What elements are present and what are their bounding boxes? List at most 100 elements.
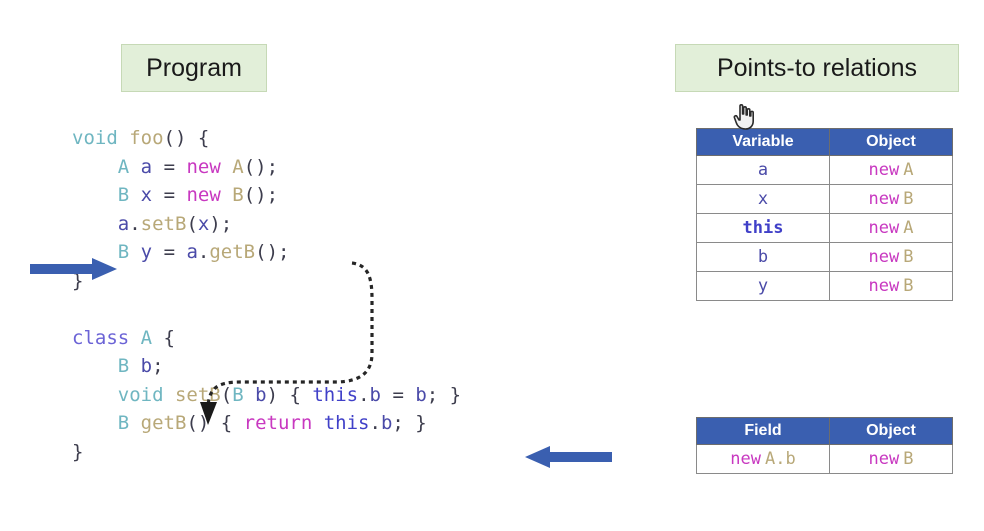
column-header-object: Object: [829, 417, 953, 445]
current-statement-arrow-icon: [30, 258, 118, 285]
points-to-fields-table: Field Object new A.b new B: [696, 417, 953, 474]
code-token: x: [140, 184, 153, 206]
code-token: this: [312, 383, 359, 406]
code-token: b: [415, 383, 427, 406]
code-token: ;: [152, 355, 164, 377]
points-to-section-heading: Points-to relations: [675, 44, 959, 92]
object-type-name: B: [903, 189, 914, 209]
program-section-heading: Program: [121, 44, 267, 92]
code-token: (: [186, 212, 198, 235]
code-token: B: [232, 184, 244, 206]
cell-object: new A: [829, 155, 953, 185]
object-type-name: B: [903, 276, 914, 296]
code-token: .: [358, 383, 370, 406]
code-token: ();: [255, 241, 290, 263]
points-to-heading-label: Points-to relations: [716, 53, 918, 82]
code-token: setB: [140, 212, 187, 235]
code-line-call-getb: B y = a.getB();: [72, 238, 461, 267]
code-token: B: [117, 184, 130, 206]
table-header-row: Variable Object: [696, 128, 953, 156]
field-new-keyword: new: [730, 449, 761, 469]
code-token: A: [232, 155, 244, 178]
object-type-name: A: [903, 218, 914, 238]
table-row: new A.b new B: [696, 444, 953, 474]
code-token: new: [186, 155, 221, 178]
object-new-keyword: new: [868, 247, 900, 267]
hand-pointer-cursor-icon: [731, 103, 757, 131]
object-type-name: B: [903, 247, 914, 267]
code-token: foo: [129, 127, 164, 149]
object-new-keyword: new: [868, 218, 900, 238]
code-token: class: [72, 326, 130, 349]
code-token: =: [152, 155, 187, 178]
code-token: void: [72, 127, 118, 149]
cell-object: new B: [829, 271, 953, 301]
code-line-method-getb: B getB() { return this.b; }: [72, 409, 461, 438]
return-statement-arrow-icon: [524, 446, 612, 473]
program-heading-label: Program: [146, 53, 242, 82]
code-token: void: [117, 383, 164, 406]
object-new-keyword: new: [868, 160, 900, 180]
variable-name: x: [757, 189, 769, 209]
table-row: this new A: [696, 213, 953, 243]
table-header-row: Field Object: [696, 417, 953, 445]
table-row: y new B: [696, 271, 953, 301]
object-type-name: A: [903, 160, 914, 180]
cell-field: new A.b: [696, 444, 830, 474]
variable-name: a: [757, 160, 769, 180]
code-token: B: [117, 412, 130, 434]
code-line-blank-1: [72, 295, 461, 324]
cell-variable: b: [696, 242, 830, 272]
cell-variable: a: [696, 155, 830, 185]
code-token: b: [140, 355, 153, 377]
program-code-listing: void foo() { A a = new A(); B x = new B(…: [72, 124, 461, 466]
code-token: A: [140, 326, 153, 349]
code-token: .: [129, 212, 141, 235]
code-token: .: [369, 412, 381, 434]
code-token: );: [209, 212, 233, 235]
cell-object: new B: [829, 444, 953, 474]
code-token: a: [186, 241, 198, 263]
column-header-object: Object: [829, 128, 953, 156]
code-token: (: [220, 383, 233, 406]
code-token: a: [140, 155, 153, 178]
object-type-name: B: [903, 449, 914, 469]
code-token: ) {: [266, 383, 313, 406]
column-header-variable: Variable: [696, 128, 830, 156]
code-token: B: [232, 383, 244, 406]
column-header-field: Field: [696, 417, 830, 445]
variable-name: b: [757, 247, 769, 267]
code-token: ();: [243, 155, 279, 178]
code-token: a: [117, 212, 130, 235]
code-line-foo-close: }: [72, 267, 461, 296]
code-line-class-a: class A {: [72, 324, 461, 353]
code-token: B: [117, 241, 130, 263]
code-token: x: [197, 212, 210, 235]
code-token: {: [152, 326, 175, 349]
code-token: getB: [140, 412, 187, 434]
variable-name: this: [742, 218, 784, 238]
cell-variable: y: [696, 271, 830, 301]
code-line-field-b: B b;: [72, 352, 461, 381]
code-token: =: [381, 383, 416, 406]
code-token: getB: [209, 241, 256, 263]
code-line-foo-signature: void foo() {: [72, 124, 461, 153]
variables-table-body: a new Ax new Bthis new Ab new By new B: [696, 155, 953, 301]
table-row: b new B: [696, 242, 953, 272]
code-token: ; }: [426, 383, 462, 406]
code-token: setB: [174, 383, 221, 406]
code-token: ; }: [392, 412, 427, 434]
cell-variable: this: [696, 213, 830, 243]
